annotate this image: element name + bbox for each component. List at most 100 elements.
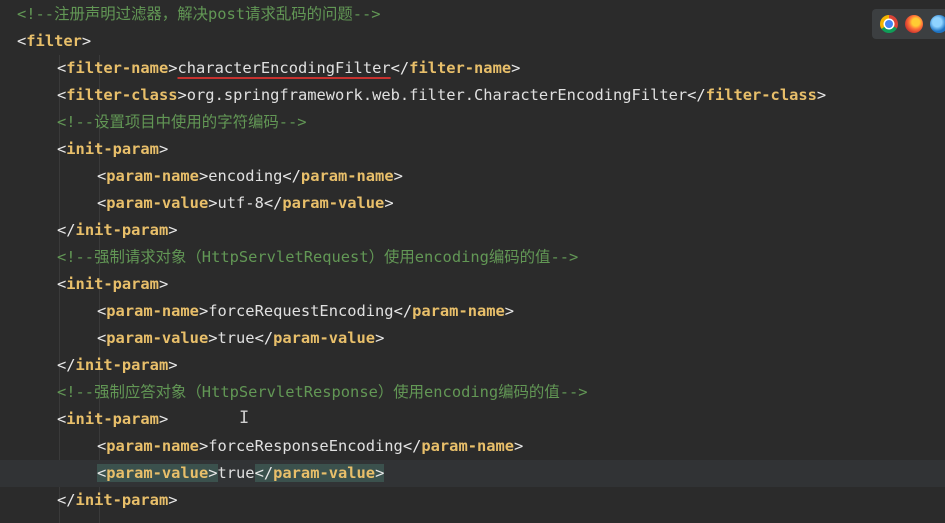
tag-bracket: > (816, 86, 827, 104)
tag-name: param-value (106, 329, 209, 347)
browser-preview-bar (872, 9, 945, 39)
text-value: true (217, 464, 255, 482)
tag-name: param-value (273, 329, 376, 347)
code-line[interactable]: <param-name>forceRequestEncoding</param-… (0, 298, 945, 325)
tag-bracket: > (168, 59, 178, 77)
code-line[interactable]: <param-value>utf-8</param-value> (0, 190, 945, 217)
code-line[interactable]: </init-param> (0, 487, 945, 514)
text-value: encoding (208, 167, 283, 185)
tag-bracket: > (177, 86, 187, 104)
tag-bracket: > (393, 167, 403, 185)
tag-bracket: </ (263, 194, 283, 212)
tag-bracket: < (57, 59, 67, 77)
tag-bracket: > (198, 167, 209, 185)
tag-name: filter (26, 32, 82, 50)
tag-bracket: > (208, 194, 218, 212)
tag-bracket: > (198, 302, 209, 320)
tag-bracket: </ (57, 221, 76, 239)
tag-name: param-name (106, 302, 199, 320)
tag-name: param-value (273, 464, 376, 482)
text-value: forceResponseEncoding (208, 437, 403, 455)
tag-bracket: > (198, 437, 209, 455)
tag-name: param-name (106, 167, 199, 185)
tag-bracket: < (17, 32, 27, 50)
tag-bracket: > (158, 410, 169, 428)
text-cursor-icon: I (239, 408, 250, 428)
code-line[interactable]: <param-value>true</param-value> (0, 325, 945, 352)
text-value: characterEncodingFilter (177, 59, 391, 77)
code-line[interactable]: <param-name>forceResponseEncoding</param… (0, 433, 945, 460)
tag-bracket: </ (57, 491, 76, 509)
code-line[interactable]: <!--设置项目中使用的字符编码--> (0, 109, 945, 136)
text-value: true (217, 329, 255, 347)
edge-icon[interactable] (930, 15, 945, 33)
tag-bracket: </ (254, 464, 274, 482)
tag-bracket: > (511, 59, 521, 77)
code-line[interactable]: <filter> (0, 28, 945, 55)
tag-name: init-param (75, 491, 169, 509)
code-line[interactable]: <!--注册声明过滤器，解决post请求乱码的问题--> (0, 1, 945, 28)
code-line[interactable]: <param-name>encoding</param-name> (0, 163, 945, 190)
xml-comment: <!--设置项目中使用的字符编码--> (57, 113, 307, 131)
tag-bracket: > (375, 464, 385, 482)
tag-bracket: < (57, 140, 67, 158)
tag-bracket: < (97, 167, 107, 185)
tag-name: param-name (106, 437, 199, 455)
tag-bracket: > (168, 221, 178, 239)
tag-bracket: > (168, 491, 178, 509)
tag-bracket: < (97, 437, 107, 455)
tag-name: filter-name (66, 59, 169, 77)
chrome-icon[interactable] (880, 15, 898, 33)
tag-bracket: </ (254, 329, 274, 347)
tag-name: init-param (75, 356, 169, 374)
tag-name: init-param (66, 410, 159, 428)
tag-name: param-name (300, 167, 394, 185)
tag-bracket: </ (402, 437, 422, 455)
code-line[interactable]: </init-param> (0, 217, 945, 244)
tag-bracket: < (57, 86, 67, 104)
code-line[interactable]: <init-param> (0, 271, 945, 298)
xml-comment: <!--注册声明过滤器，解决post请求乱码的问题--> (17, 5, 381, 23)
code-line[interactable]: </init-param> (0, 352, 945, 379)
text-value: utf-8 (217, 194, 264, 212)
tag-bracket: > (158, 275, 169, 293)
text-value: forceRequestEncoding (208, 302, 394, 320)
tag-bracket: </ (390, 59, 410, 77)
tag-bracket: > (81, 32, 92, 50)
tag-bracket: > (384, 194, 394, 212)
tag-bracket: < (57, 410, 67, 428)
tag-bracket: > (168, 356, 178, 374)
xml-comment: <!--强制应答对象（HttpServletResponse）使用encodin… (57, 383, 588, 401)
tag-name: init-param (75, 221, 169, 239)
tag-bracket: < (97, 329, 107, 347)
tag-bracket: > (208, 329, 218, 347)
tag-name: filter-class (705, 86, 817, 104)
code-line[interactable]: <init-param> (0, 136, 945, 163)
tag-bracket: < (97, 302, 107, 320)
code-line[interactable]: <init-param> (0, 406, 945, 433)
tag-name: filter-name (409, 59, 512, 77)
tag-bracket: > (375, 329, 385, 347)
code-line[interactable]: <!--强制请求对象（HttpServletRequest）使用encoding… (0, 244, 945, 271)
tag-bracket: > (208, 464, 218, 482)
tag-name: param-value (106, 194, 209, 212)
firefox-icon[interactable] (905, 15, 923, 33)
tag-name: init-param (66, 275, 159, 293)
tag-bracket: </ (393, 302, 413, 320)
code-line[interactable]: <filter-name>characterEncodingFilter</fi… (0, 55, 945, 82)
tag-bracket: < (97, 464, 107, 482)
code-line[interactable]: <!--强制应答对象（HttpServletResponse）使用encodin… (0, 379, 945, 406)
code-line[interactable]: <filter-class>org.springframework.web.fi… (0, 82, 945, 109)
tag-name: param-name (412, 302, 505, 320)
tag-bracket: > (158, 140, 169, 158)
tag-name: init-param (66, 140, 159, 158)
xml-comment: <!--强制请求对象（HttpServletRequest）使用encoding… (57, 248, 579, 266)
code-line[interactable]: <param-value>true</param-value> (0, 460, 945, 487)
tag-bracket: > (514, 437, 524, 455)
tag-name: param-value (106, 464, 209, 482)
tag-bracket: > (504, 302, 515, 320)
code-editor[interactable]: <!--注册声明过滤器，解决post请求乱码的问题--> <filter> <fil… (0, 0, 945, 523)
tag-bracket: < (57, 275, 67, 293)
tag-name: filter-class (66, 86, 178, 104)
tag-bracket: </ (282, 167, 301, 185)
